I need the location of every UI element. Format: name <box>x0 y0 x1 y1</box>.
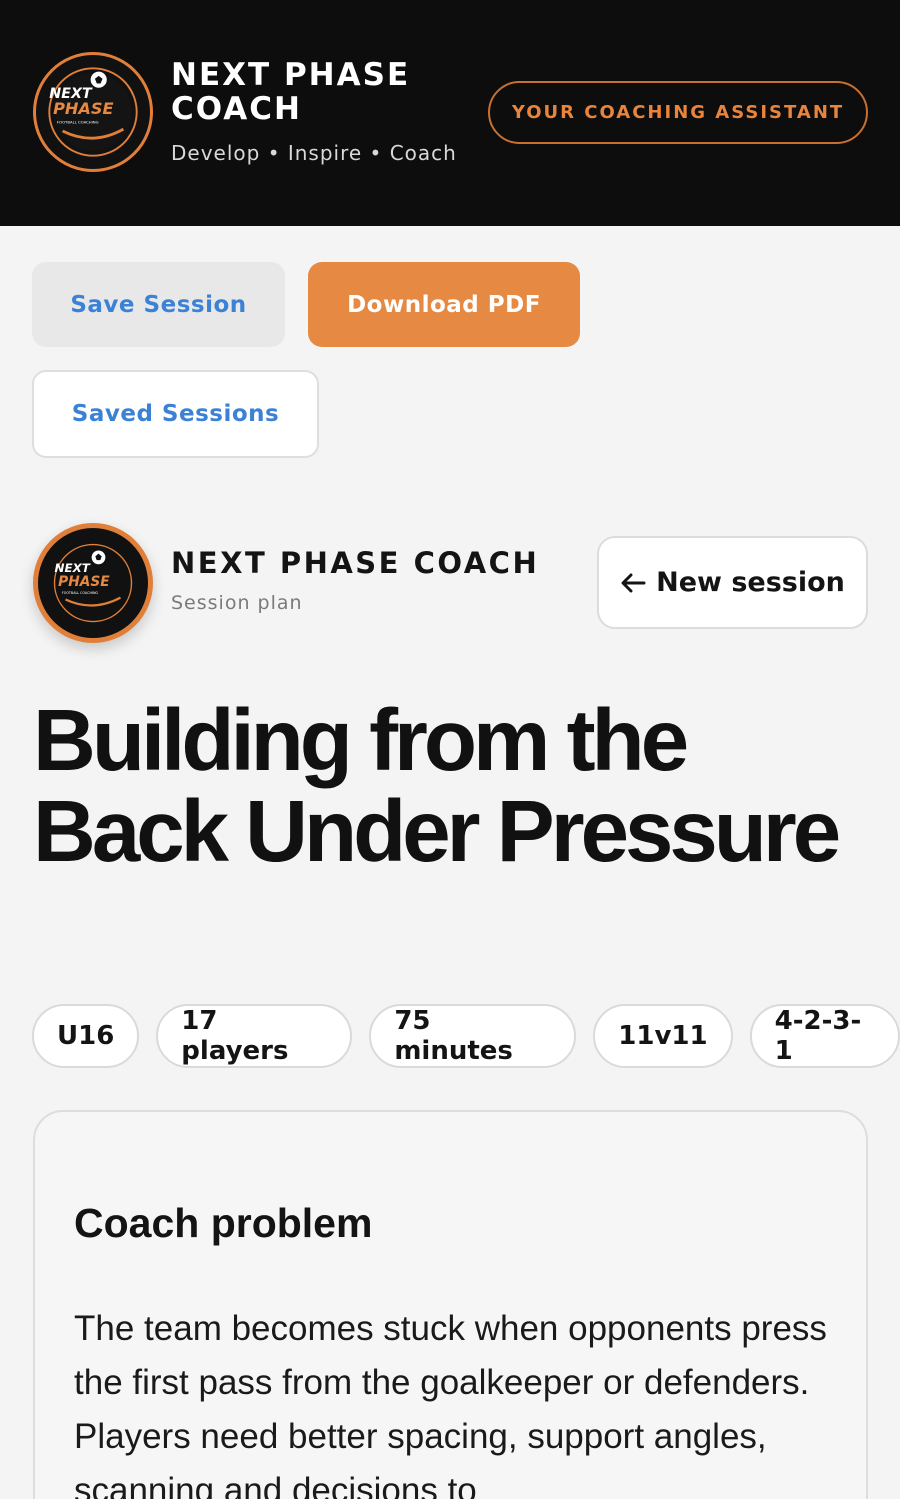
brand-tagline: Develop • Inspire • Coach <box>171 141 457 165</box>
save-session-button[interactable]: Save Session <box>32 262 285 347</box>
session-title: Building from the Back Under Pressure <box>33 692 841 880</box>
new-session-button[interactable]: New session <box>597 536 868 629</box>
brand-title: NEXT PHASE COACH <box>171 57 411 127</box>
saved-sessions-button[interactable]: Saved Sessions <box>32 370 319 458</box>
tag-age-group: U16 <box>32 1004 140 1068</box>
card-body: The team becomes stuck when opponents pr… <box>74 1309 827 1499</box>
svg-text:PHASE: PHASE <box>53 99 113 118</box>
coaching-assistant-button[interactable]: YOUR COACHING ASSISTANT <box>488 81 868 144</box>
session-tags: U16 17 players 75 minutes 11v11 4-2-3-1 <box>32 1004 900 1068</box>
session-brand: NEXT PHASE COACH <box>171 546 540 580</box>
tag-players: 17 players <box>156 1004 353 1068</box>
download-pdf-button[interactable]: Download PDF <box>308 262 580 347</box>
brand-logo: NEXT PHASE FOOTBALL COACHING <box>33 52 153 172</box>
arrow-left-icon <box>621 573 646 592</box>
app-header: NEXT PHASE FOOTBALL COACHING NEXT PHASE … <box>0 0 900 226</box>
football-logo-icon: NEXT PHASE FOOTBALL COACHING <box>53 543 133 623</box>
tag-format: 11v11 <box>593 1004 733 1068</box>
card-title: Coach problem <box>74 1200 373 1246</box>
tag-duration: 75 minutes <box>369 1004 577 1068</box>
svg-text:FOOTBALL COACHING: FOOTBALL COACHING <box>62 591 99 595</box>
coach-problem-card: Coach problem The team becomes stuck whe… <box>33 1110 868 1499</box>
football-logo-icon: NEXT PHASE FOOTBALL COACHING <box>48 67 138 157</box>
session-logo: NEXT PHASE FOOTBALL COACHING <box>33 523 153 643</box>
tag-formation: 4-2-3-1 <box>749 1004 900 1068</box>
new-session-label: New session <box>656 567 845 598</box>
svg-text:PHASE: PHASE <box>58 574 110 590</box>
session-subtitle: Session plan <box>171 592 303 614</box>
svg-text:FOOTBALL COACHING: FOOTBALL COACHING <box>57 119 99 124</box>
